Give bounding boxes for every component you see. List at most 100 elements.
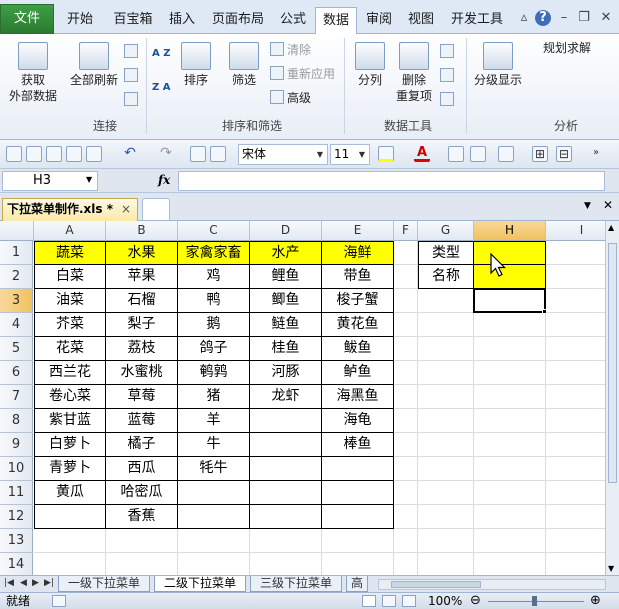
table-cell[interactable]: 白萝卜	[34, 433, 106, 457]
zoom-level[interactable]: 100%	[428, 593, 462, 609]
grid-cell[interactable]	[418, 409, 474, 433]
column-header-h[interactable]: H	[474, 221, 546, 241]
tab-page-layout[interactable]: 页面布局	[206, 7, 270, 34]
row-header-11[interactable]: 11	[0, 481, 33, 505]
table-format-icon[interactable]	[470, 146, 486, 162]
chevron-down-icon[interactable]: ▼	[86, 175, 92, 184]
grid-cell[interactable]	[418, 481, 474, 505]
redo-icon[interactable]: ↷	[158, 146, 174, 162]
grid-cell[interactable]	[322, 553, 394, 575]
row-header-14[interactable]: 14	[0, 553, 33, 575]
grid-cell[interactable]	[394, 337, 418, 361]
column-header-e[interactable]: E	[322, 221, 394, 241]
sort-z-to-a-button[interactable]: Z A	[152, 80, 170, 96]
grid-cell[interactable]	[250, 529, 322, 553]
grid-cell[interactable]	[394, 313, 418, 337]
column-header-c[interactable]: C	[178, 221, 250, 241]
grid-cell[interactable]	[546, 361, 605, 385]
table-cell[interactable]: 香蕉	[106, 505, 178, 529]
table-cell[interactable]: 鹌鹑	[178, 361, 250, 385]
table-cell[interactable]: 鲈鱼	[322, 361, 394, 385]
sort-a-to-z-button[interactable]: A Z	[152, 46, 170, 62]
consolidate-icon[interactable]	[440, 68, 454, 82]
name-label-cell[interactable]: 名称	[418, 265, 474, 289]
close-document-icon[interactable]: ✕	[603, 198, 613, 212]
prev-sheet-icon[interactable]: ◀	[20, 578, 27, 588]
close-tab-icon[interactable]: ×	[121, 199, 131, 220]
grid-cell[interactable]	[546, 457, 605, 481]
grid-cell[interactable]	[394, 481, 418, 505]
normal-view-icon[interactable]	[362, 595, 376, 607]
table-cell[interactable]: 油菜	[34, 289, 106, 313]
table-cell[interactable]: 海龟	[322, 409, 394, 433]
edit-links-icon[interactable]	[124, 92, 138, 106]
macro-record-icon[interactable]	[52, 595, 66, 607]
grid-cell[interactable]	[34, 553, 106, 575]
row-header-2[interactable]: 2	[0, 265, 33, 289]
filter-button[interactable]: 筛选	[222, 42, 266, 88]
table-cell[interactable]: 鲢鱼	[250, 313, 322, 337]
zoom-out-icon[interactable]: ⊖	[470, 593, 481, 609]
brush-icon[interactable]	[448, 146, 464, 162]
save-icon[interactable]	[6, 146, 22, 162]
table-cell[interactable]: 蓝莓	[106, 409, 178, 433]
type-label-cell[interactable]: 类型	[418, 241, 474, 265]
name-value-cell[interactable]	[474, 265, 546, 289]
fill-handle[interactable]	[542, 309, 547, 314]
cell-style-icon[interactable]: ⊟	[556, 146, 572, 162]
table-cell[interactable]: 黄花鱼	[322, 313, 394, 337]
first-sheet-icon[interactable]: |◀	[4, 578, 14, 588]
grid-cell[interactable]	[322, 529, 394, 553]
grid-cell[interactable]	[474, 553, 546, 575]
grid-cell[interactable]	[546, 241, 605, 265]
print-icon[interactable]	[86, 146, 102, 162]
grid-cell[interactable]	[546, 433, 605, 457]
type-value-cell[interactable]	[474, 241, 546, 265]
grid-cell[interactable]	[474, 457, 546, 481]
grid-cell[interactable]	[474, 289, 546, 313]
ribbon-collapse-icon[interactable]: ▵	[516, 10, 532, 26]
grid-cell[interactable]	[394, 289, 418, 313]
grid-cell[interactable]	[418, 457, 474, 481]
tab-insert[interactable]: 插入	[164, 7, 200, 34]
tab-data[interactable]: 数据	[315, 7, 357, 35]
grid-cell[interactable]	[546, 337, 605, 361]
grid-cell[interactable]	[418, 337, 474, 361]
zoom-in-icon[interactable]: ⊕	[590, 593, 601, 609]
table-cell[interactable]: 花菜	[34, 337, 106, 361]
table-cell[interactable]: 鲫鱼	[250, 289, 322, 313]
horizontal-scrollbar[interactable]	[378, 579, 606, 590]
table-header-cell[interactable]: 水果	[106, 241, 178, 265]
data-validation-icon[interactable]	[440, 44, 454, 58]
table-cell[interactable]: 牛	[178, 433, 250, 457]
table-cell[interactable]: 草莓	[106, 385, 178, 409]
what-if-icon[interactable]	[440, 92, 454, 106]
grid-cell[interactable]	[394, 385, 418, 409]
tab-file[interactable]: 文件	[0, 4, 54, 34]
table-cell[interactable]: 鸡	[178, 265, 250, 289]
table-cell[interactable]	[322, 481, 394, 505]
grid-cell[interactable]	[474, 385, 546, 409]
table-cell[interactable]: 鸽子	[178, 337, 250, 361]
row-header-13[interactable]: 13	[0, 529, 33, 553]
tab-view[interactable]: 视图	[404, 7, 438, 34]
font-color-icon[interactable]: A	[414, 146, 430, 162]
row-header-10[interactable]: 10	[0, 457, 33, 481]
table-cell[interactable]: 白菜	[34, 265, 106, 289]
table-header-cell[interactable]: 蔬菜	[34, 241, 106, 265]
refresh-all-button[interactable]: 全部刷新	[68, 42, 120, 88]
grid-cell[interactable]	[418, 553, 474, 575]
save-as-icon[interactable]	[66, 146, 82, 162]
table-cell[interactable]: 鹅	[178, 313, 250, 337]
undo-icon[interactable]: ↶	[122, 146, 138, 162]
grid-cell[interactable]	[546, 505, 605, 529]
sheet-tab-advanced[interactable]: 高	[346, 576, 368, 592]
grid-cell[interactable]	[250, 553, 322, 575]
table-cell[interactable]: 青萝卜	[34, 457, 106, 481]
table-cell[interactable]	[34, 505, 106, 529]
macro-icon[interactable]	[498, 146, 514, 162]
grid-cell[interactable]	[418, 433, 474, 457]
column-header-d[interactable]: D	[250, 221, 322, 241]
next-sheet-icon[interactable]: ▶	[32, 578, 39, 588]
row-header-12[interactable]: 12	[0, 505, 33, 529]
